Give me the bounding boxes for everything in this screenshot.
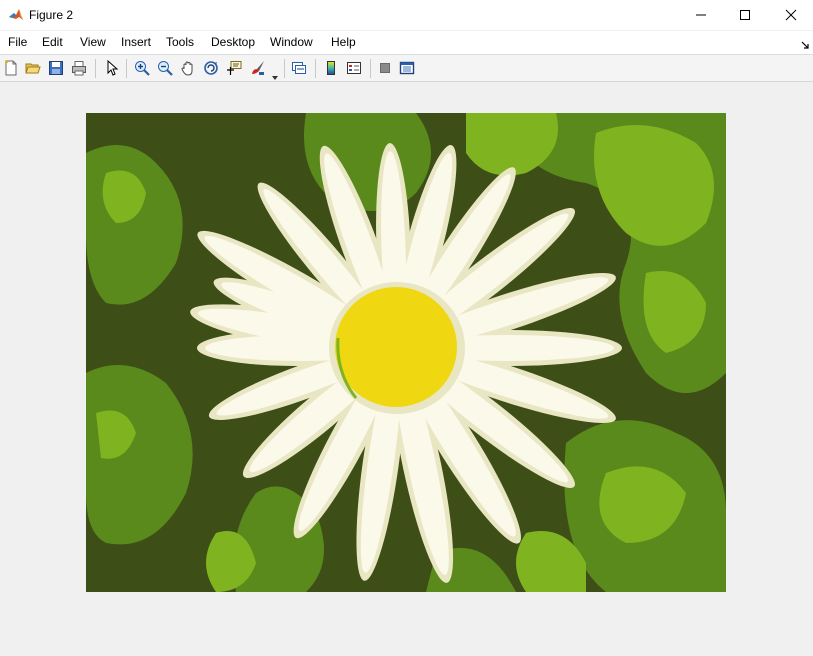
window-title: Figure 2 xyxy=(29,8,74,22)
colorbar-icon[interactable] xyxy=(322,59,340,77)
minimize-button[interactable] xyxy=(678,0,724,30)
pan-hand-icon[interactable] xyxy=(179,59,197,77)
zoom-out-icon[interactable] xyxy=(156,59,174,77)
matlab-logo-icon xyxy=(8,7,24,23)
menu-window[interactable]: Window xyxy=(270,35,313,50)
rotate-3d-icon[interactable] xyxy=(202,59,220,77)
toolbar-divider xyxy=(284,59,285,78)
toolbar-divider xyxy=(95,59,96,78)
maximize-button[interactable] xyxy=(722,0,768,30)
menu-view[interactable]: View xyxy=(80,35,106,50)
menu-tools[interactable]: Tools xyxy=(166,35,194,50)
save-icon[interactable] xyxy=(47,59,65,77)
show-plot-tools-icon[interactable] xyxy=(398,59,416,77)
menu-edit[interactable]: Edit xyxy=(42,35,63,50)
zoom-in-icon[interactable] xyxy=(133,59,151,77)
menu-file[interactable]: File xyxy=(8,35,27,50)
open-file-icon[interactable] xyxy=(24,59,42,77)
toolbar-divider xyxy=(126,59,127,78)
menu-help[interactable]: Help xyxy=(331,35,356,50)
brush-dropdown-icon[interactable] xyxy=(272,68,278,80)
edit-plot-arrow-icon[interactable] xyxy=(103,59,121,77)
dock-figure-icon[interactable] xyxy=(800,37,810,49)
title-bar: Figure 2 xyxy=(0,0,813,30)
data-cursor-icon[interactable] xyxy=(225,59,243,77)
figure-image xyxy=(86,113,726,592)
link-plot-icon[interactable] xyxy=(290,59,308,77)
menu-bar: File Edit View Insert Tools Desktop Wind… xyxy=(0,31,813,54)
hide-plot-tools-icon[interactable] xyxy=(376,59,394,77)
brush-icon[interactable] xyxy=(249,59,267,77)
menu-desktop[interactable]: Desktop xyxy=(211,35,255,50)
print-icon[interactable] xyxy=(70,59,88,77)
figure-toolbar xyxy=(0,55,813,82)
new-figure-icon[interactable] xyxy=(2,59,20,77)
legend-icon[interactable] xyxy=(345,59,363,77)
toolbar-divider xyxy=(315,59,316,78)
close-button[interactable] xyxy=(768,0,813,30)
toolbar-divider xyxy=(370,59,371,78)
menu-insert[interactable]: Insert xyxy=(121,35,151,50)
